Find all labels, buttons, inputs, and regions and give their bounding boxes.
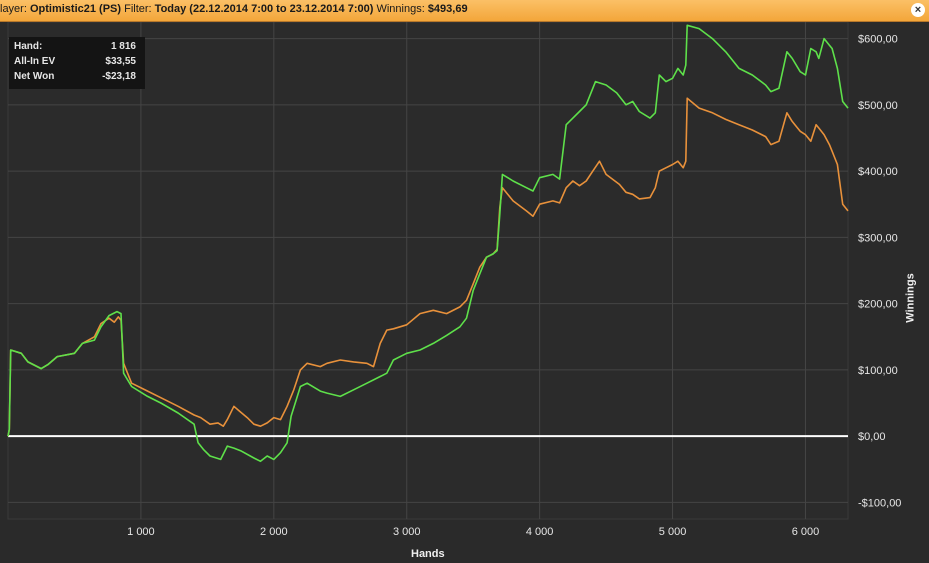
stat-net-won: Net Won -$23,18: [14, 71, 140, 85]
title-bar: layer: Optimistic21 (PS) Filter: Today (…: [0, 0, 929, 22]
y-tick-label: $600,00: [858, 34, 898, 46]
y-tick-label: -$100,00: [858, 497, 901, 509]
stat-value: -$23,18: [102, 71, 136, 82]
winnings-chart[interactable]: 1 000 2 000 3 000 4 000 5 000 6 000 -$100,00 $0…: [0, 22, 929, 563]
player-value: Optimistic21 (PS): [29, 3, 122, 15]
x-tick-label: 5 000: [659, 526, 687, 538]
x-tick-label: 1 000: [127, 526, 155, 538]
filter-label: Filter:: [124, 3, 152, 15]
stat-value: 1 816: [110, 41, 136, 52]
y-tick-label: $300,00: [858, 232, 898, 244]
stat-value: $33,55: [105, 56, 136, 67]
player-label: layer:: [0, 3, 27, 15]
close-icon[interactable]: ×: [911, 3, 925, 17]
y-tick-label: $400,00: [858, 166, 898, 178]
stats-tooltip: Hand: 1 816 All-In EV $33,55 Net Won -$2…: [9, 37, 145, 89]
stat-hand: Hand: 1 816: [14, 41, 140, 55]
y-tick-label: $500,00: [858, 100, 898, 112]
winnings-label: Winnings:: [376, 3, 425, 15]
chart-svg: 1 000 2 000 3 000 4 000 5 000 6 000 -$100,00 $0…: [7, 22, 901, 538]
winnings-value: $493,69: [427, 3, 468, 15]
filter-summary: layer: Optimistic21 (PS) Filter: Today (…: [0, 3, 468, 15]
x-axis-label: Hands: [411, 548, 445, 560]
stat-label: All-In EV: [14, 56, 56, 67]
y-tick-label: $200,00: [858, 299, 898, 311]
plot-area: [7, 22, 849, 520]
x-tick-label: 4 000: [526, 526, 554, 538]
y-tick-label: $0,00: [858, 431, 886, 443]
filter-value: Today (22.12.2014 7:00 to 23.12.2014 7:0…: [154, 3, 374, 15]
x-tick-label: 3 000: [393, 526, 421, 538]
x-tick-label: 2 000: [260, 526, 288, 538]
stat-label: Net Won: [14, 71, 55, 82]
y-axis-label: Winnings: [904, 273, 917, 323]
stat-all-in-ev: All-In EV $33,55: [14, 56, 140, 70]
x-tick-label: 6 000: [792, 526, 820, 538]
stat-label: Hand:: [14, 41, 43, 52]
y-tick-label: $100,00: [858, 365, 898, 377]
